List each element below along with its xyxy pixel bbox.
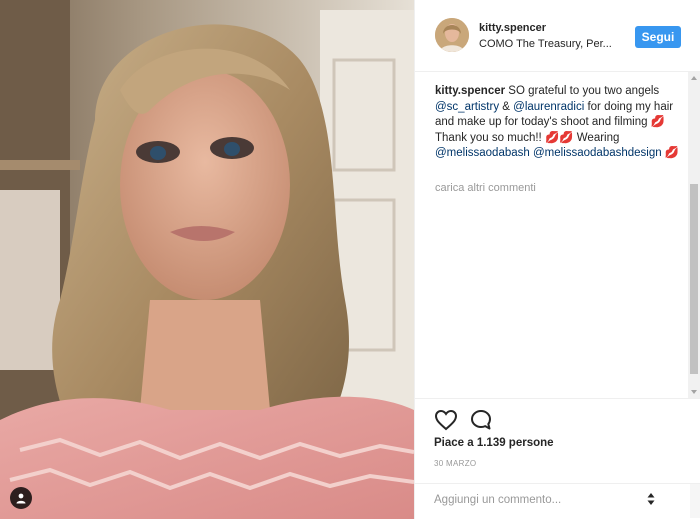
heart-glyph <box>434 409 458 431</box>
user-tag-icon[interactable] <box>10 487 32 509</box>
comment-input[interactable] <box>434 490 644 510</box>
user-tag-glyph <box>16 493 26 504</box>
post-header: kitty.spencer COMO The Treasury, Per... … <box>415 0 700 72</box>
add-comment-row <box>414 483 700 518</box>
options-glyph <box>647 493 655 505</box>
comments-scrollbar[interactable] <box>688 72 700 398</box>
post-photo[interactable] <box>0 0 414 519</box>
avatar[interactable] <box>435 18 469 52</box>
mention-link[interactable]: @melissaodabashdesign <box>533 147 662 159</box>
mention-link[interactable]: @sc_artistry <box>435 101 499 113</box>
caption: kitty.spencer SO grateful to you two ang… <box>435 84 683 384</box>
avatar-image <box>435 18 469 52</box>
caption-username[interactable]: kitty.spencer <box>435 85 505 97</box>
mention-link[interactable]: @melissaodabash <box>435 147 530 159</box>
comment-box-scrollbar[interactable] <box>690 484 700 518</box>
username-link[interactable]: kitty.spencer <box>479 22 546 34</box>
comment-bubble-icon[interactable] <box>470 409 492 431</box>
caption-text: SO grateful to you two angels <box>505 85 660 97</box>
post-actions: Piace a 1.139 persone 30 MARZO <box>414 398 700 518</box>
scroll-down-arrow-icon[interactable] <box>691 390 697 394</box>
comment-glyph <box>471 410 491 430</box>
load-more-comments-link[interactable]: carica altri commenti <box>435 182 536 194</box>
more-options-icon[interactable] <box>646 492 656 506</box>
location-link[interactable]: COMO The Treasury, Per... <box>479 38 612 50</box>
follow-button[interactable]: Segui <box>635 26 681 48</box>
scroll-up-arrow-icon[interactable] <box>691 76 697 80</box>
mention-link[interactable]: @laurenradici <box>513 101 584 113</box>
caption-text: & <box>499 100 514 113</box>
photo-illustration <box>0 0 414 519</box>
likes-count[interactable]: Piace a 1.139 persone <box>434 437 554 449</box>
heart-icon[interactable] <box>434 409 458 431</box>
scrollbar-thumb[interactable] <box>690 184 698 374</box>
caption-text: 💋 <box>661 147 680 159</box>
post-date: 30 MARZO <box>434 459 477 468</box>
